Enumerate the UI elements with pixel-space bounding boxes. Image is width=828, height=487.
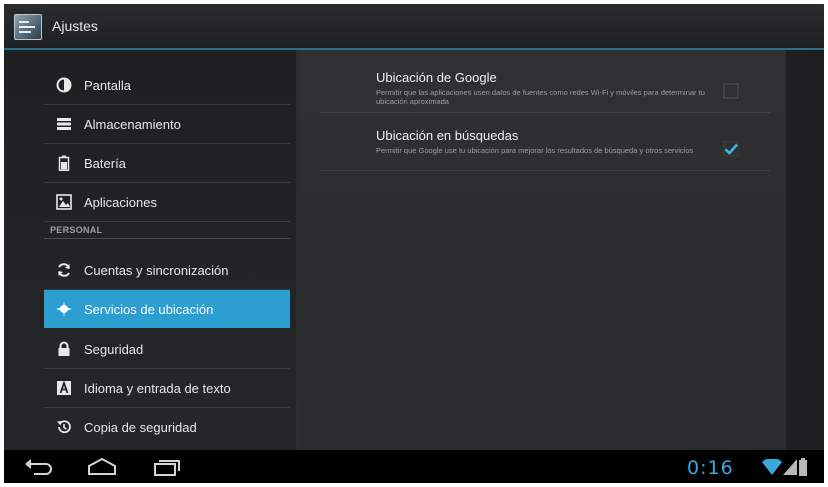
wifi-icon: [762, 459, 782, 475]
pref-summary: Permitir que Google use tu ubicación par…: [376, 146, 694, 155]
apps-icon: [56, 194, 72, 210]
sidebar-item-label: Pantalla: [84, 78, 131, 93]
pref-summary: Permitir que las aplicaciones usen datos…: [376, 88, 705, 106]
recent-apps-icon[interactable]: [152, 456, 182, 478]
sidebar-item-cuentas[interactable]: Cuentas y sincronización: [44, 251, 290, 290]
sidebar-item-almacenamiento[interactable]: Almacenamiento: [44, 105, 290, 144]
app-title: Ajustes: [52, 18, 98, 34]
sidebar-item-label: Batería: [84, 156, 126, 171]
settings-app-icon[interactable]: [14, 14, 42, 40]
location-icon: [56, 301, 72, 317]
sidebar-item-label: Servicios de ubicación: [84, 302, 214, 317]
sidebar-item-label: Seguridad: [84, 342, 144, 357]
settings-content: Pantalla Almacenamiento Batería Aplicaci…: [4, 50, 824, 450]
battery-status-icon: [799, 458, 807, 476]
sidebar-item-ubicacion[interactable]: Servicios de ubicación: [44, 290, 290, 328]
location-settings-pane: Ubicación de Google Permitir que las apl…: [300, 50, 786, 450]
display-icon: [56, 77, 72, 93]
sidebar-item-pantalla[interactable]: Pantalla: [44, 66, 290, 105]
pref-title: Ubicación en búsquedas: [376, 128, 519, 143]
sidebar-item-bateria[interactable]: Batería: [44, 144, 290, 183]
sidebar-item-label: Almacenamiento: [84, 117, 181, 132]
tablet-screen: Ajustes Pantalla Almacenamiento Batería …: [4, 4, 824, 483]
lock-icon: [58, 341, 70, 356]
sidebar-item-seguridad[interactable]: Seguridad: [44, 330, 290, 369]
checkmark-icon[interactable]: [722, 140, 740, 158]
sidebar-item-label: Aplicaciones: [84, 195, 157, 210]
back-icon[interactable]: [24, 456, 54, 478]
system-navigation-bar: 0:16: [4, 450, 824, 483]
pref-ubicacion-busquedas[interactable]: Ubicación en búsquedas Permitir que Goog…: [320, 114, 770, 171]
signal-icon: [783, 459, 797, 475]
sidebar-item-label: Copia de seguridad: [84, 420, 197, 435]
sidebar-item-label: Cuentas y sincronización: [84, 263, 229, 278]
section-header-personal: PERSONAL: [44, 224, 290, 239]
section-header-label: PERSONAL: [50, 225, 103, 235]
settings-sidebar: Pantalla Almacenamiento Batería Aplicaci…: [4, 50, 296, 450]
sidebar-item-copia[interactable]: Copia de seguridad: [44, 408, 290, 446]
pref-title: Ubicación de Google: [376, 70, 497, 85]
storage-icon: [57, 118, 71, 130]
backup-icon: [57, 420, 71, 434]
status-clock: 0:16: [687, 457, 734, 479]
unchecked-checkbox[interactable]: [722, 82, 740, 100]
home-icon[interactable]: [86, 456, 118, 478]
sidebar-item-label: Idioma y entrada de texto: [84, 381, 231, 396]
battery-icon: [58, 155, 70, 171]
language-icon: [57, 380, 71, 395]
sidebar-item-idioma[interactable]: Idioma y entrada de texto: [44, 369, 290, 408]
sidebar-item-aplicaciones[interactable]: Aplicaciones: [44, 183, 290, 222]
action-bar: Ajustes: [4, 4, 824, 50]
pref-ubicacion-google[interactable]: Ubicación de Google Permitir que las apl…: [320, 56, 770, 113]
sync-icon: [58, 263, 70, 277]
